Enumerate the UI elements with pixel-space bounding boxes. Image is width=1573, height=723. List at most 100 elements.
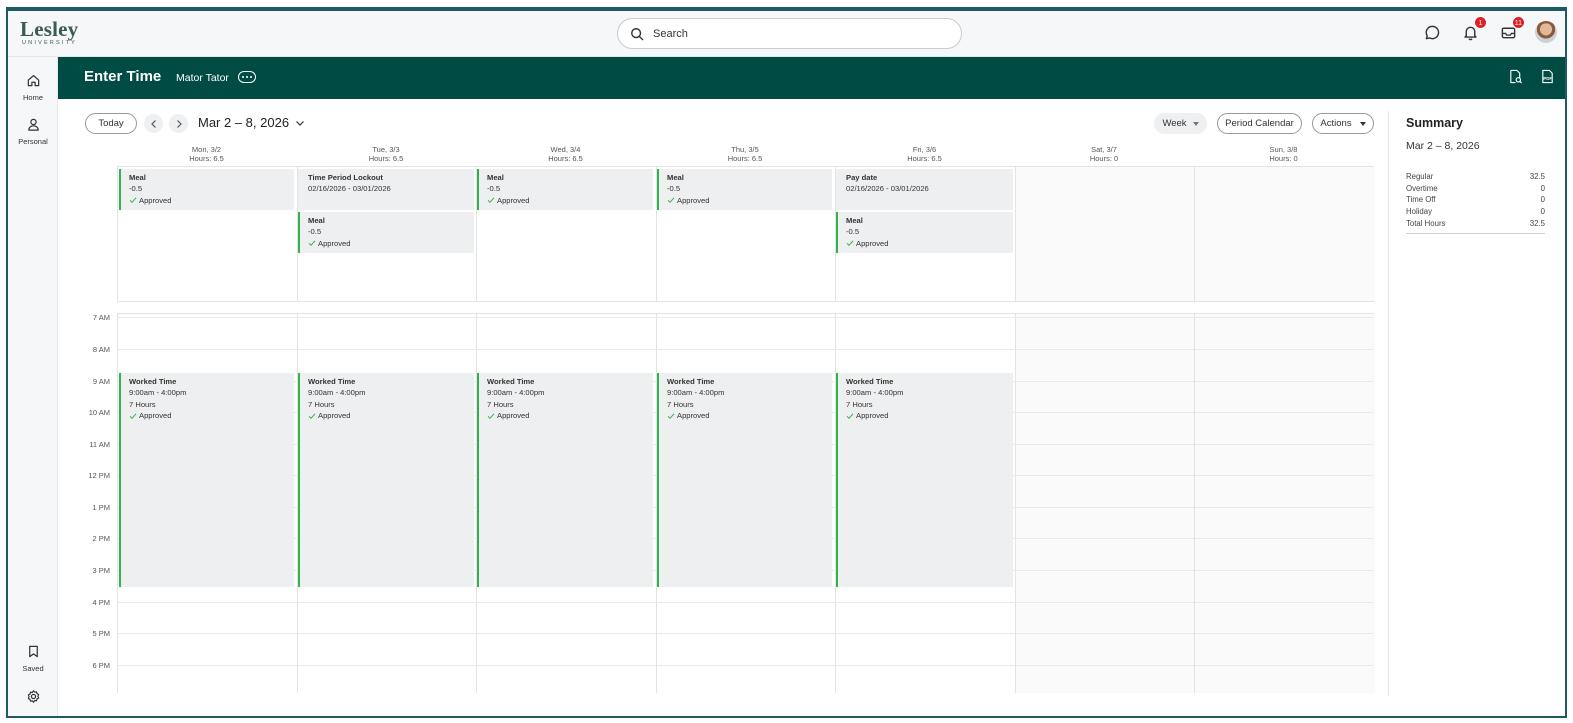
worked-time-event-wed[interactable]: Worked Time 9:00am - 4:00pm 7 Hours Approv…	[477, 373, 653, 587]
pdf-icon: PDF	[1542, 69, 1553, 84]
university-logo[interactable]: Lesley UNIVERSITY	[20, 19, 78, 47]
day-header-tue: Tue, 3/3 Hours: 6.5	[368, 145, 404, 163]
actions-label: Actions	[1320, 118, 1352, 129]
day-header-thu: Thu, 3/5 Hours: 6.5	[727, 145, 763, 163]
page-title: Enter Time	[84, 68, 162, 85]
nav-item-personal[interactable]: Personal	[8, 117, 58, 146]
allday-col-sat	[1015, 167, 1195, 301]
chevron-down-icon	[296, 120, 304, 126]
pay-date-event[interactable]: Pay date 02/16/2026 - 03/01/2026	[836, 169, 1013, 210]
grid-col-sat[interactable]	[1015, 314, 1195, 693]
grid-col-sun[interactable]	[1195, 314, 1375, 693]
notifications-badge: 1	[1474, 16, 1487, 29]
nav-item-home[interactable]: Home	[8, 73, 58, 102]
hour-label: 2 PM	[92, 534, 110, 543]
hour-line	[118, 602, 1373, 603]
app-window: Lesley UNIVERSITY Search 1 11 Home Perso…	[6, 7, 1567, 718]
meal-event-wed[interactable]: Meal -0.5 Approved	[477, 169, 653, 210]
summary-row-total-hours: Total Hours 32.5	[1406, 219, 1545, 228]
hour-label: 10 AM	[88, 408, 110, 417]
nav-label-home: Home	[22, 93, 43, 102]
nav-item-saved[interactable]: Saved	[8, 644, 58, 673]
hour-label: 4 PM	[92, 598, 110, 607]
settings-button[interactable]	[8, 689, 58, 704]
hour-label: 8 AM	[92, 345, 110, 354]
previous-week-button[interactable]	[144, 114, 163, 133]
search-placeholder: Search	[653, 27, 688, 40]
hour-line	[118, 665, 1373, 666]
nav-label-saved: Saved	[22, 664, 44, 673]
date-range-picker[interactable]: Mar 2 – 8, 2026	[198, 115, 305, 130]
hour-label: 5 PM	[92, 629, 110, 638]
checkmark-icon	[487, 197, 495, 204]
hour-label: 6 PM	[92, 661, 110, 670]
worker-name[interactable]: Mator Tator	[176, 72, 229, 84]
meal-event-thu[interactable]: Meal -0.5 Approved	[657, 169, 832, 210]
search-icon	[631, 27, 644, 40]
notifications-button[interactable]: 1	[1459, 16, 1487, 43]
worked-time-event-fri[interactable]: Worked Time 9:00am - 4:00pm 7 Hours Approv…	[836, 373, 1013, 587]
caret-down-icon	[1359, 121, 1366, 126]
checkmark-icon	[308, 412, 316, 419]
summary-row-overtime: Overtime 0	[1406, 184, 1545, 193]
checkmark-icon	[846, 240, 854, 247]
chevron-left-icon	[150, 119, 156, 128]
user-avatar[interactable]	[1535, 21, 1557, 43]
meal-event-tue[interactable]: Meal -0.5 Approved	[298, 212, 474, 253]
checkmark-icon	[667, 412, 675, 419]
checkmark-icon	[846, 412, 854, 419]
search-input[interactable]: Search	[617, 18, 962, 49]
time-period-lockout-event[interactable]: Time Period Lockout 02/16/2026 - 03/01/20…	[298, 169, 474, 210]
allday-col-sun	[1195, 167, 1375, 301]
left-nav: Home Personal Saved	[8, 57, 58, 716]
summary-row-time-off: Time Off 0	[1406, 195, 1545, 204]
hour-label: 11 AM	[89, 440, 110, 449]
hour-label: 7 AM	[92, 313, 110, 322]
chat-button[interactable]	[1421, 21, 1443, 43]
day-header-fri: Fri, 3/6 Hours: 6.5	[907, 145, 942, 163]
worked-time-event-thu[interactable]: Worked Time 9:00am - 4:00pm 7 Hours Approv…	[657, 373, 832, 587]
hour-line	[118, 317, 1373, 318]
next-week-button[interactable]	[169, 114, 188, 133]
day-header-wed: Wed, 3/4 Hours: 6.5	[548, 145, 583, 163]
actions-button[interactable]: Actions	[1312, 113, 1374, 134]
meal-event-fri[interactable]: Meal -0.5 Approved	[836, 212, 1013, 253]
checkmark-icon	[129, 197, 137, 204]
document-search-icon	[1510, 69, 1522, 84]
hour-label: 12 PM	[88, 471, 110, 480]
export-pdf-button[interactable]: PDF	[1540, 69, 1556, 85]
hour-label: 9 AM	[92, 377, 110, 386]
date-range-label: Mar 2 – 8, 2026	[198, 115, 290, 130]
top-bar: Lesley UNIVERSITY Search 1 11	[8, 11, 1565, 57]
summary-date-range: Mar 2 – 8, 2026	[1406, 140, 1480, 152]
timesheet-audit-button[interactable]	[1508, 69, 1524, 85]
related-actions-button[interactable]	[238, 71, 256, 83]
logo-subtitle: UNIVERSITY	[22, 40, 78, 46]
worked-time-event-tue[interactable]: Worked Time 9:00am - 4:00pm 7 Hours Approv…	[298, 373, 474, 587]
worked-time-event-mon[interactable]: Worked Time 9:00am - 4:00pm 7 Hours Approv…	[119, 373, 294, 587]
hour-line	[118, 349, 1373, 350]
hour-line	[118, 633, 1373, 634]
summary-row-holiday: Holiday 0	[1406, 207, 1545, 216]
bookmark-icon	[28, 645, 38, 658]
period-calendar-button[interactable]: Period Calendar	[1217, 113, 1302, 134]
checkmark-icon	[667, 197, 675, 204]
nav-label-personal: Personal	[18, 137, 48, 146]
caret-down-icon	[1192, 121, 1199, 126]
inbox-button[interactable]: 11	[1497, 16, 1525, 43]
logo-wordmark: Lesley	[20, 17, 79, 41]
checkmark-icon	[129, 412, 137, 419]
hour-label: 1 PM	[92, 503, 110, 512]
checkmark-icon	[487, 412, 495, 419]
view-select[interactable]: Week	[1154, 113, 1207, 134]
day-header-mon: Mon, 3/2 Hours: 6.5	[189, 145, 224, 163]
chat-icon	[1425, 25, 1439, 39]
today-button[interactable]: Today	[85, 113, 137, 134]
summary-rule	[1406, 233, 1545, 234]
inbox-badge: 11	[1511, 16, 1525, 29]
gear-icon	[27, 690, 39, 703]
page-header: Enter Time Mator Tator PDF	[58, 57, 1565, 99]
home-icon	[27, 75, 39, 87]
day-header-sat: Sat, 3/7 Hours: 0	[1089, 145, 1119, 163]
meal-event-mon[interactable]: Meal -0.5 Approved	[119, 169, 294, 210]
